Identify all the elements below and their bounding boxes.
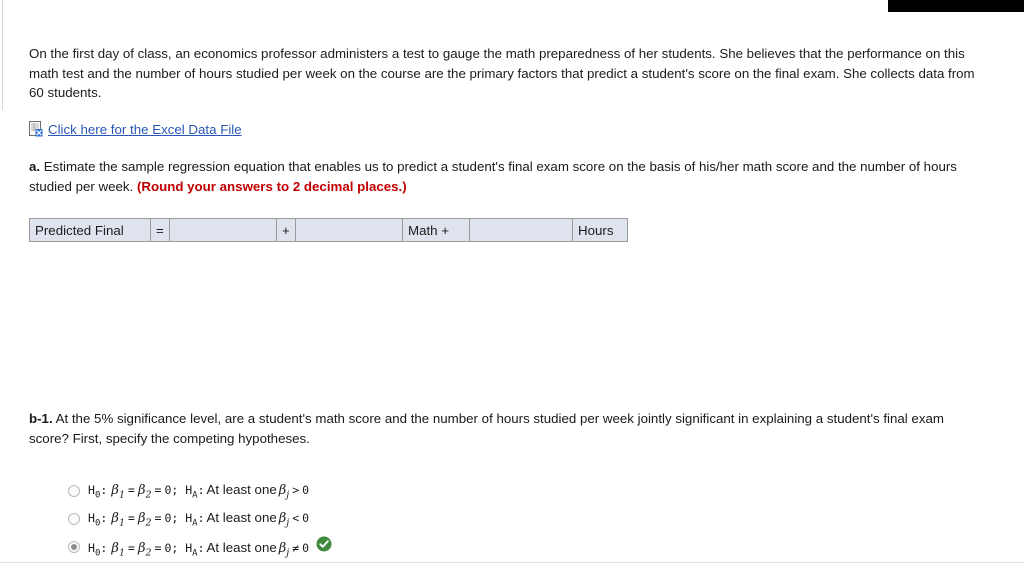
radio-option-3[interactable] xyxy=(68,541,80,553)
question-b1: b-1. At the 5% significance level, are a… xyxy=(29,409,977,448)
zero-value-3: 0 xyxy=(302,540,310,555)
zero-1: 0; xyxy=(164,540,179,555)
hypothesis-options-group: H0: β1 = β2 = 0; HA: At least one βj > 0… xyxy=(68,477,332,561)
intercept-input[interactable] xyxy=(169,218,277,243)
regression-equation-table: Predicted Final = + Math + Hours xyxy=(29,218,628,243)
plus-sign: + xyxy=(276,218,296,243)
beta-1: β1 xyxy=(107,540,125,559)
h-alt-symbol: HA: xyxy=(178,482,205,500)
operator-1: > xyxy=(292,482,300,497)
left-content-divider xyxy=(2,0,3,110)
equals-1: = xyxy=(128,510,135,525)
beta-j-1: βj xyxy=(278,482,290,501)
radio-option-2[interactable] xyxy=(68,513,80,525)
equals-2: = xyxy=(154,482,162,497)
zero-1: 0; xyxy=(164,482,179,497)
beta-2: β2 xyxy=(137,482,152,501)
beta-2: β2 xyxy=(137,510,152,529)
question-b1-label: b-1. xyxy=(29,411,53,426)
operator-2: < xyxy=(292,510,300,525)
hours-label: Hours xyxy=(572,218,628,243)
question-page: On the first day of class, an economics … xyxy=(29,0,989,243)
zero-value-2: 0 xyxy=(302,510,310,525)
option-2-text: H0: β1 = β2 = 0; HA: At least one βj < 0 xyxy=(88,510,309,529)
excel-spreadsheet-icon xyxy=(29,121,43,137)
at-least-one-2: At least one xyxy=(206,509,277,525)
equals-1: = xyxy=(128,482,135,497)
question-a: a. Estimate the sample regression equati… xyxy=(29,157,977,196)
option-3-text: H0: β1 = β2 = 0; HA: At least one βj ≠ 0 xyxy=(88,536,332,559)
equals-sign: = xyxy=(150,218,170,243)
h-alt-symbol: HA: xyxy=(178,540,205,558)
zero-value-1: 0 xyxy=(302,482,310,497)
hours-coefficient-input[interactable] xyxy=(469,218,573,243)
equals-1: = xyxy=(128,540,135,555)
question-a-label: a. xyxy=(29,159,41,175)
question-b1-text: At the 5% significance level, are a stud… xyxy=(29,411,944,446)
math-plus-label: Math + xyxy=(402,218,470,243)
excel-data-file-row[interactable]: Click here for the Excel Data File xyxy=(29,121,989,137)
option-row-1[interactable]: H0: β1 = β2 = 0; HA: At least one βj > 0 xyxy=(68,477,332,505)
h-null-symbol: H0: xyxy=(88,510,108,528)
bottom-content-divider xyxy=(0,562,1024,563)
beta-1: β1 xyxy=(107,482,125,501)
equals-2: = xyxy=(154,540,162,555)
radio-option-1[interactable] xyxy=(68,485,80,497)
beta-j-3: βj xyxy=(278,540,290,559)
at-least-one-1: At least one xyxy=(206,481,277,497)
option-row-2[interactable]: H0: β1 = β2 = 0; HA: At least one βj < 0 xyxy=(68,505,332,533)
correct-answer-check-icon xyxy=(316,536,332,552)
table-row: Predicted Final = + Math + Hours xyxy=(29,218,628,243)
predicted-final-label: Predicted Final xyxy=(29,218,151,243)
beta-2: β2 xyxy=(137,540,152,559)
option-1-text: H0: β1 = β2 = 0; HA: At least one βj > 0 xyxy=(88,482,309,501)
beta-j-2: βj xyxy=(278,510,290,529)
math-coefficient-input[interactable] xyxy=(295,218,403,243)
excel-data-file-link[interactable]: Click here for the Excel Data File xyxy=(48,122,242,137)
h-alt-symbol: HA: xyxy=(178,510,205,528)
zero-1: 0; xyxy=(164,510,179,525)
operator-3: ≠ xyxy=(292,540,300,555)
option-row-3[interactable]: H0: β1 = β2 = 0; HA: At least one βj ≠ 0 xyxy=(68,533,332,561)
problem-statement: On the first day of class, an economics … xyxy=(29,46,975,101)
equals-2: = xyxy=(154,510,162,525)
question-a-rounding-note: (Round your answers to 2 decimal places.… xyxy=(136,178,407,194)
h-null-symbol: H0: xyxy=(88,540,108,558)
at-least-one-3: At least one xyxy=(206,539,277,555)
h-null-symbol: H0: xyxy=(88,482,108,500)
beta-1: β1 xyxy=(107,510,125,529)
